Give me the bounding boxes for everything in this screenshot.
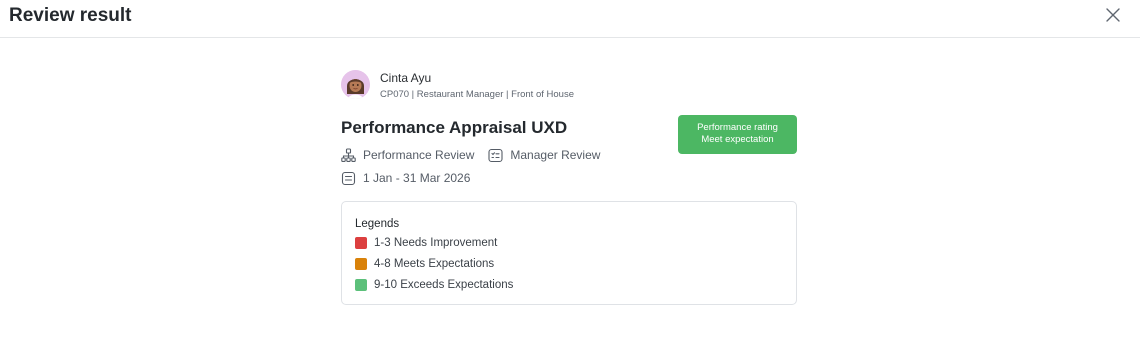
org-chart-icon xyxy=(341,147,356,162)
employee-name: Cinta Ayu xyxy=(380,71,432,85)
reviewer-label: Manager Review xyxy=(510,148,601,162)
avatar-illustration xyxy=(341,70,370,99)
employee-meta: CP070 | Restaurant Manager | Front of Ho… xyxy=(380,89,574,100)
checklist-icon xyxy=(488,148,503,162)
review-period-row: 1 Jan - 31 Mar 2026 xyxy=(341,170,470,186)
avatar xyxy=(341,70,370,99)
review-period-label: 1 Jan - 31 Mar 2026 xyxy=(363,171,471,185)
legend-swatch-orange xyxy=(355,258,367,270)
legend-item: 9-10 Exceeds Expectations xyxy=(355,278,513,292)
review-type-row: Performance Review Manager Review xyxy=(341,147,600,163)
legend-item: 1-3 Needs Improvement xyxy=(355,236,497,250)
legend-swatch-green xyxy=(355,279,367,291)
dialog-header: Review result xyxy=(0,0,1140,38)
legend-item: 4-8 Meets Expectations xyxy=(355,257,494,271)
rating-label: Performance rating xyxy=(697,122,778,133)
review-title: Performance Appraisal UXD xyxy=(341,118,568,137)
legend-item-label: 9-10 Exceeds Expectations xyxy=(374,279,514,291)
dialog-title: Review result xyxy=(9,5,132,26)
legends-title: Legends xyxy=(355,218,400,230)
review-type-label: Performance Review xyxy=(363,148,475,162)
legend-item-label: 1-3 Needs Improvement xyxy=(374,237,498,249)
legends-card: Legends 1-3 Needs Improvement 4-8 Meets … xyxy=(341,201,797,305)
close-icon xyxy=(1106,8,1120,22)
legend-swatch-red xyxy=(355,237,367,249)
performance-rating-badge: Performance rating Meet expectation xyxy=(678,115,797,154)
legend-item-label: 4-8 Meets Expectations xyxy=(374,258,495,270)
calendar-icon xyxy=(341,171,356,185)
rating-value: Meet expectation xyxy=(701,134,774,145)
close-button[interactable] xyxy=(1104,6,1122,24)
